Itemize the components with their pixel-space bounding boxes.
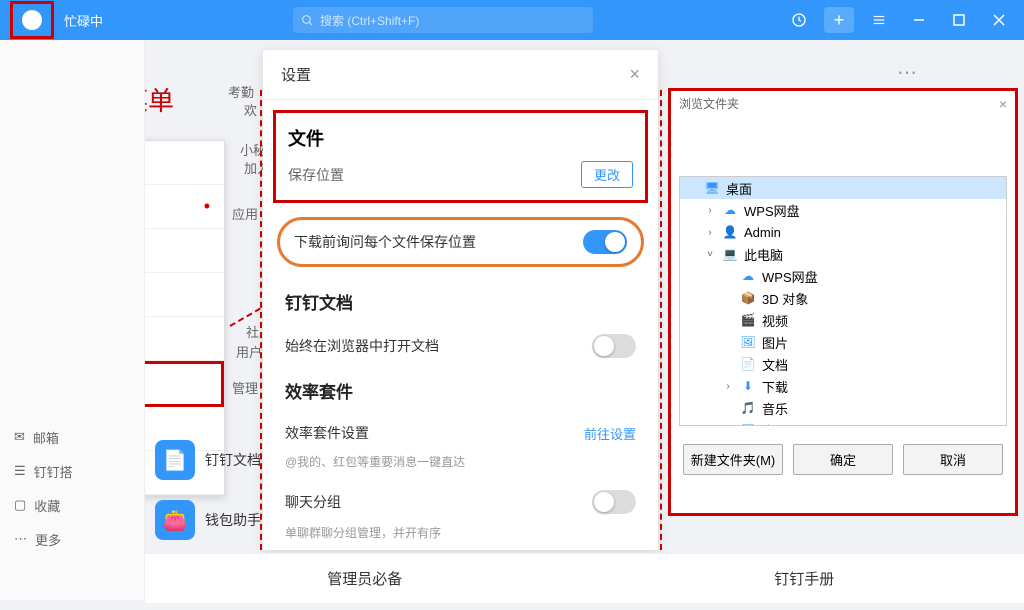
app-row-wallet[interactable]: 👛钱包助手 <box>155 490 265 550</box>
bg-text: 欢 <box>244 100 257 119</box>
cancel-button[interactable]: 取消 <box>903 444 1003 475</box>
ok-button[interactable]: 确定 <box>793 444 893 475</box>
minimize-button[interactable] <box>904 7 934 33</box>
search-placeholder: 搜索 (Ctrl+Shift+F) <box>320 12 419 29</box>
tree-node[interactable]: 🎬视频 <box>680 309 1006 331</box>
save-location-label: 保存位置 <box>288 165 344 185</box>
ask-download-label: 下载前询问每个文件保存位置 <box>294 232 476 252</box>
tree-node[interactable]: ›⬇下载 <box>680 375 1006 397</box>
wallet-icon: 👛 <box>155 500 195 540</box>
chat-group-toggle[interactable] <box>592 490 636 514</box>
more-icon: ⋯ <box>14 531 27 547</box>
avatar[interactable] <box>22 10 42 30</box>
more-icon[interactable]: ⋯ <box>897 60 919 85</box>
sidebar-item-dingda[interactable]: ☰钉钉搭 <box>0 454 144 488</box>
ask-download-highlight: 下载前询问每个文件保存位置 <box>277 217 644 267</box>
suite-go-link[interactable]: 前往设置 <box>584 424 636 443</box>
suite-sub: @我的、红包等重要消息一键直达 <box>285 453 465 470</box>
grid-icon: ☰ <box>14 463 26 479</box>
tree-node[interactable]: 🎵音乐 <box>680 397 1006 419</box>
sidebar: ✉邮箱 ☰钉钉搭 ▢收藏 ⋯更多 <box>0 40 145 600</box>
search-icon <box>301 14 314 27</box>
bg-text: 考勤 <box>228 82 254 101</box>
folder-icon: ▢ <box>14 497 26 513</box>
mail-icon: ✉ <box>14 429 25 445</box>
browse-folder-dialog: 浏览文件夹 × 🖥桌面›☁WPS网盘›👤Admin˅💻此电脑☁WPS网盘📦3D … <box>668 88 1018 516</box>
add-button[interactable]: + <box>824 7 854 33</box>
ask-download-toggle[interactable] <box>583 230 627 254</box>
dialog-title: 浏览文件夹 <box>679 95 739 112</box>
file-section-highlight: 文件 保存位置 更改 <box>273 110 648 203</box>
history-icon[interactable] <box>784 7 814 33</box>
chat-group-label: 聊天分组 <box>285 492 341 512</box>
chat-group-sub: 单聊群聊分组管理，并开有序 <box>285 524 441 541</box>
close-button[interactable] <box>984 7 1014 33</box>
titlebar: 忙碌中 搜索 (Ctrl+Shift+F) + <box>0 0 1024 40</box>
folder-tree[interactable]: 🖥桌面›☁WPS网盘›👤Admin˅💻此电脑☁WPS网盘📦3D 对象🎬视频🖼图片… <box>679 176 1007 426</box>
open-browser-label: 始终在浏览器中打开文档 <box>285 336 439 356</box>
dialog-close-button[interactable]: × <box>999 96 1007 112</box>
tree-node[interactable]: ☁WPS网盘 <box>680 265 1006 287</box>
settings-close-button[interactable]: × <box>629 64 640 85</box>
doc-heading: 钉钉文档 <box>285 289 353 314</box>
suite-label: 效率套件设置 <box>285 423 369 443</box>
avatar-highlight <box>10 1 54 39</box>
maximize-button[interactable] <box>944 7 974 33</box>
sidebar-item-mail[interactable]: ✉邮箱 <box>0 420 144 454</box>
sidebar-item-more[interactable]: ⋯更多 <box>0 522 144 556</box>
bg-text: 用户 <box>236 342 262 361</box>
footer-admin[interactable]: 管理员必备 <box>145 568 585 589</box>
tree-node[interactable]: ˅💻此电脑 <box>680 243 1006 265</box>
change-button[interactable]: 更改 <box>581 161 633 188</box>
tree-node[interactable]: 📄文档 <box>680 353 1006 375</box>
footer-manual[interactable]: 钉钉手册 <box>585 568 1024 589</box>
tree-node[interactable]: 🖼图片 <box>680 331 1006 353</box>
open-browser-toggle[interactable] <box>592 334 636 358</box>
footer: 管理员必备 钉钉手册 <box>145 553 1024 603</box>
app-row-doc[interactable]: 📄钉钉文档 <box>155 430 265 490</box>
bg-text: 社 <box>246 322 259 341</box>
file-heading: 文件 <box>288 125 633 151</box>
bg-text: 管理 <box>232 378 258 397</box>
tree-node[interactable]: ›☁WPS网盘 <box>680 199 1006 221</box>
tree-node[interactable]: 🖥桌面 <box>680 177 1006 199</box>
tree-node[interactable]: 🖥桌面 <box>680 419 1006 426</box>
settings-title: 设置 <box>281 64 311 85</box>
new-folder-button[interactable]: 新建文件夹(M) <box>683 444 783 475</box>
doc-icon: 📄 <box>155 440 195 480</box>
sidebar-item-collect[interactable]: ▢收藏 <box>0 488 144 522</box>
status-text: 忙碌中 <box>64 11 103 30</box>
suite-heading: 效率套件 <box>285 378 353 403</box>
settings-panel: 设置 × 文件 保存位置 更改 下载前询问每个文件保存位置 钉钉文档 始终在浏览… <box>263 50 658 550</box>
menu-icon[interactable] <box>864 7 894 33</box>
search-input[interactable]: 搜索 (Ctrl+Shift+F) <box>293 7 593 33</box>
bg-text: 应用 <box>232 204 258 223</box>
tree-node[interactable]: 📦3D 对象 <box>680 287 1006 309</box>
tree-node[interactable]: ›👤Admin <box>680 221 1006 243</box>
